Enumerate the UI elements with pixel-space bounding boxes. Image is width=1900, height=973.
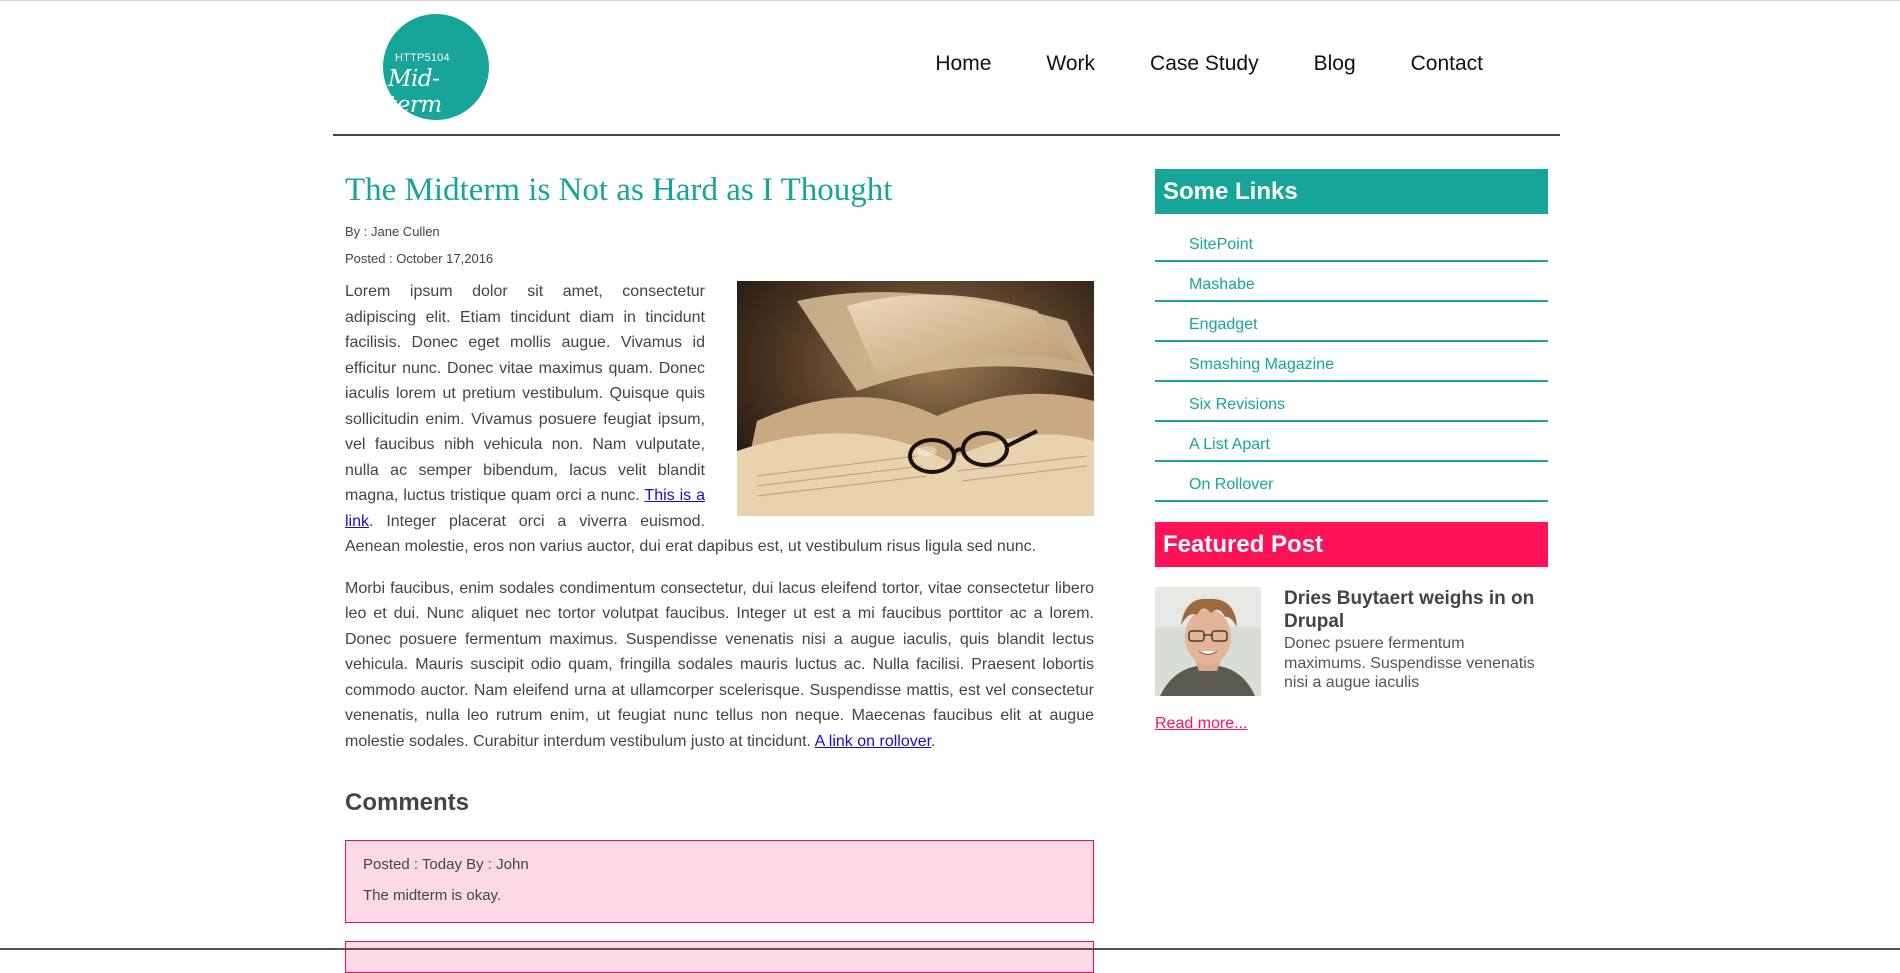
post-title: The Midterm is Not as Hard as I Thought <box>345 172 893 208</box>
nav-case-study[interactable]: Case Study <box>1150 52 1259 76</box>
paragraph-2-end: . <box>931 732 936 750</box>
featured-post: Dries Buytaert weighs in on Drupal Donec… <box>1155 587 1548 696</box>
nav-work[interactable]: Work <box>1046 52 1095 76</box>
read-more-link[interactable]: Read more... <box>1155 715 1247 733</box>
featured-excerpt: Donec psuere fermentum maximums. Suspend… <box>1284 635 1535 691</box>
sidebar-link-sitepoint[interactable]: SitePoint <box>1155 222 1548 262</box>
sidebar-link-six-revisions[interactable]: Six Revisions <box>1155 382 1548 422</box>
nav-contact[interactable]: Contact <box>1411 52 1483 76</box>
post-date: Posted : October 17,2016 <box>345 251 494 266</box>
sidebar-link-mashabe[interactable]: Mashabe <box>1155 262 1548 302</box>
paragraph-1-text: Lorem ipsum dolor sit amet, consectetur … <box>345 283 705 504</box>
author-avatar <box>1155 587 1261 696</box>
nav-home[interactable]: Home <box>935 52 991 76</box>
comments-heading: Comments <box>345 789 470 816</box>
comment-meta: Posted : Today By : John <box>363 856 529 873</box>
sidebar-link-engadget[interactable]: Engadget <box>1155 302 1548 342</box>
rollover-link[interactable]: A link on rollover <box>815 733 932 750</box>
paragraph-2-text: Morbi faucibus, enim sodales condimentum… <box>345 579 1094 750</box>
sidebar-link-smashing-magazine[interactable]: Smashing Magazine <box>1155 342 1548 382</box>
site-logo[interactable]: HTTP5104 Mid-term <box>383 14 489 120</box>
links-heading: Some Links <box>1155 169 1548 214</box>
nav-blog[interactable]: Blog <box>1314 52 1356 76</box>
main-content: The Midterm is Not as Hard as I Thought … <box>345 168 1094 973</box>
links-list: SitePoint Mashabe Engadget Smashing Maga… <box>1155 222 1548 502</box>
paragraph-1-text-end: . Integer placerat orci a viverra euismo… <box>345 512 1037 556</box>
sidebar: Some Links SitePoint Mashabe Engadget Sm… <box>1155 169 1548 733</box>
logo-title: Mid-term <box>388 66 442 118</box>
post-image-books-glasses <box>737 281 1094 516</box>
sidebar-link-a-list-apart[interactable]: A List Apart <box>1155 422 1548 462</box>
comment-card-partial <box>345 941 1094 973</box>
featured-title[interactable]: Dries Buytaert weighs in on Drupal <box>1284 587 1546 633</box>
post-author: By : Jane Cullen <box>345 224 440 239</box>
header-divider <box>333 134 1560 136</box>
article-body: Lorem ipsum dolor sit amet, consectetur … <box>345 279 1094 754</box>
paragraph-2: Morbi faucibus, enim sodales condimentum… <box>345 576 1094 755</box>
sidebar-link-on-rollover[interactable]: On Rollover <box>1155 462 1548 502</box>
logo-course-code: HTTP5104 <box>395 52 450 64</box>
featured-heading: Featured Post <box>1155 522 1548 567</box>
comment-text: The midterm is okay. <box>363 887 502 904</box>
main-nav: Home Work Case Study Blog Contact <box>935 52 1483 76</box>
page-container: HTTP5104 Mid-term Home Work Case Study B… <box>333 0 1560 973</box>
comment-card: Posted : Today By : John The midterm is … <box>345 840 1094 923</box>
